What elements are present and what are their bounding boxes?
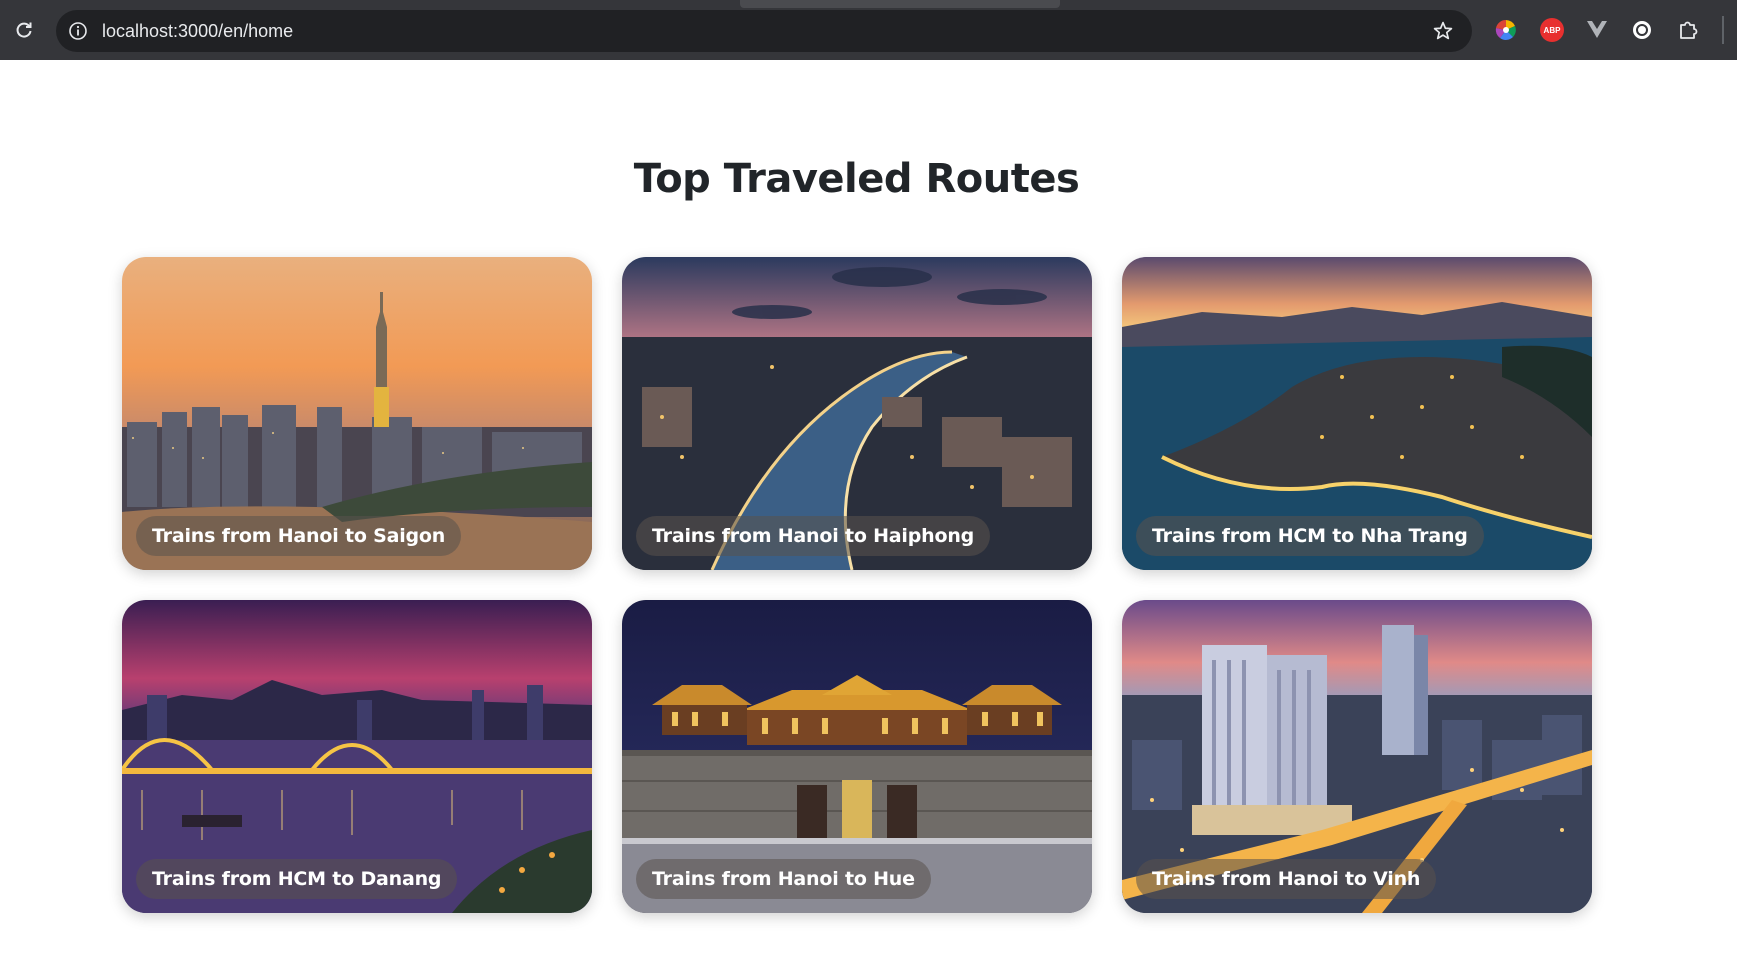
url-text[interactable]: localhost:3000/en/home — [102, 21, 293, 41]
route-label[interactable]: Trains from Hanoi to Hue — [636, 859, 931, 899]
color-wheel-icon — [1495, 19, 1516, 40]
route-card-hanoi-vinh[interactable]: Trains from Hanoi to Vinh — [1122, 600, 1592, 913]
vue-logo-icon — [1587, 21, 1607, 38]
bookmark-star-icon[interactable] — [1432, 20, 1454, 42]
site-info-icon[interactable] — [68, 21, 88, 41]
route-card-hanoi-haiphong[interactable]: Trains from Hanoi to Haiphong — [622, 257, 1092, 570]
route-label[interactable]: Trains from HCM to Danang — [136, 859, 458, 899]
browser-toolbar: localhost:3000/en/home ABP — [0, 0, 1737, 60]
route-label[interactable]: Trains from Hanoi to Haiphong — [636, 516, 991, 556]
route-card-hanoi-hue[interactable]: Trains from Hanoi to Hue — [622, 600, 1092, 913]
toolbar-divider — [1722, 16, 1724, 44]
route-card-hcm-nhatrang[interactable]: Trains from HCM to Nha Trang — [1122, 257, 1592, 570]
route-label[interactable]: Trains from Hanoi to Vinh — [1136, 859, 1437, 899]
reload-button[interactable] — [10, 16, 38, 44]
route-card-hcm-danang[interactable]: Trains from HCM to Danang — [122, 600, 592, 913]
address-bar[interactable]: localhost:3000/en/home — [56, 10, 1472, 52]
route-label[interactable]: Trains from Hanoi to Saigon — [136, 516, 462, 556]
puzzle-piece-icon — [1680, 21, 1698, 39]
vue-devtools-extension[interactable] — [1585, 18, 1609, 42]
route-label[interactable]: Trains from HCM to Nha Trang — [1136, 516, 1484, 556]
route-card-hanoi-saigon[interactable]: Trains from Hanoi to Saigon — [122, 257, 592, 570]
profile-extension[interactable] — [1630, 18, 1654, 42]
adblock-label: ABP — [1543, 25, 1561, 35]
tab-strip — [740, 0, 1060, 8]
page-title: Top Traveled Routes — [633, 156, 1080, 202]
adblock-extension[interactable]: ABP — [1540, 18, 1564, 42]
reload-icon — [16, 22, 32, 38]
profile-circle-icon — [1633, 21, 1651, 39]
extensions-menu-button[interactable] — [1676, 18, 1700, 42]
color-picker-extension[interactable] — [1494, 18, 1518, 42]
